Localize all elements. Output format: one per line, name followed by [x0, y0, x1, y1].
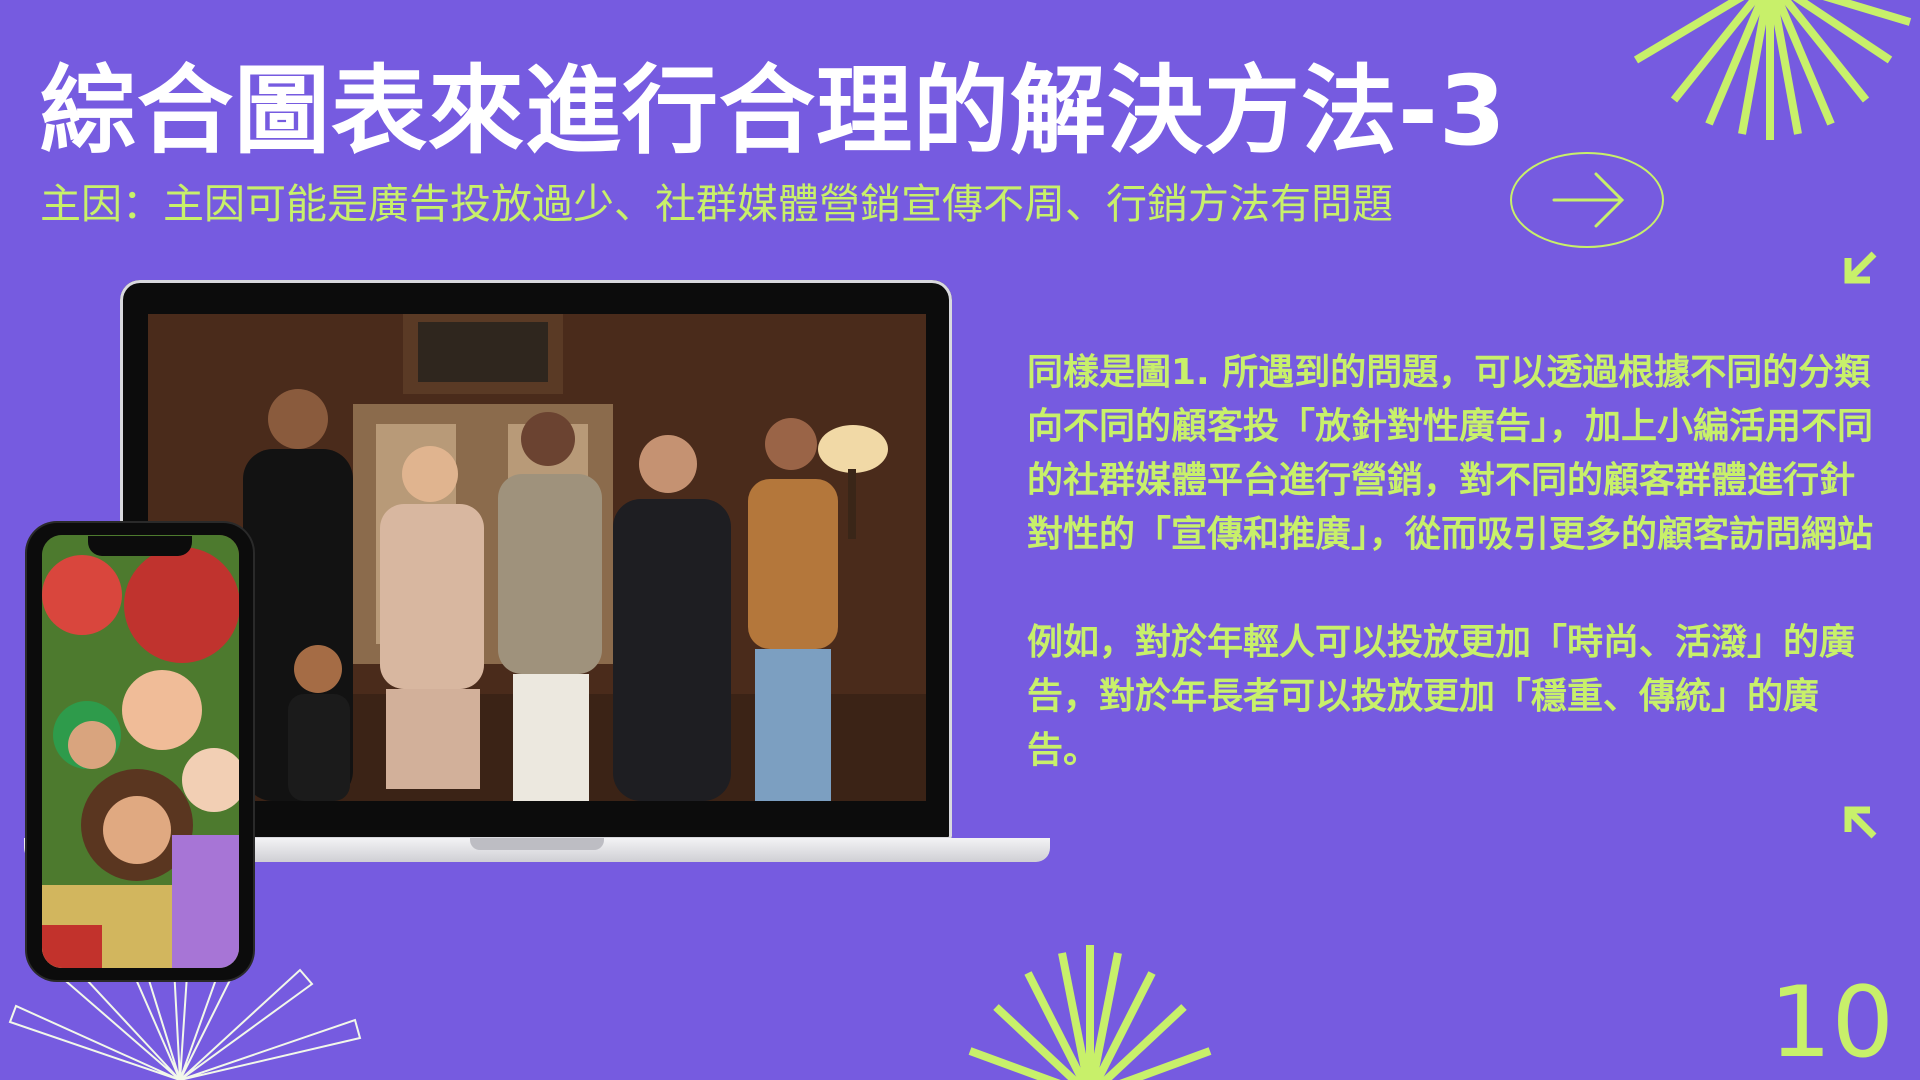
phone-notch: [88, 536, 192, 556]
laptop-screen-photo: [148, 314, 926, 801]
arrow-down-left-icon: [1844, 251, 1877, 284]
page-title: 綜合圖表來進行合理的解決方法-3: [40, 55, 1507, 167]
laptop-trackpad-notch: [470, 838, 604, 850]
page-subtitle: 主因：主因可能是廣告投放過少、社群媒體營銷宣傳不周、行銷方法有問題: [40, 180, 1393, 228]
burst-decoration-top-right: [1633, 0, 1912, 140]
phone-screen-photo: [42, 535, 239, 968]
body-paragraph: 例如，對於年輕人可以投放更加「時尚、活潑」的廣告，對於年長者可以投放更加「穩重、…: [1027, 622, 1856, 771]
next-button[interactable]: [1510, 152, 1664, 248]
body-text: 同樣是圖1. 所遇到的問題，可以透過根據不同的分類向不同的顧客投「放針對性廣告」…: [1027, 346, 1883, 778]
arrow-right-icon: [1552, 172, 1625, 228]
burst-decoration-bottom-center: [968, 945, 1212, 1080]
body-paragraph: 同樣是圖1. 所遇到的問題，可以透過根據不同的分類向不同的顧客投「放針對性廣告」…: [1027, 352, 1874, 555]
page-number: 10: [1769, 966, 1894, 1080]
arrow-up-left-icon: [1844, 806, 1877, 839]
